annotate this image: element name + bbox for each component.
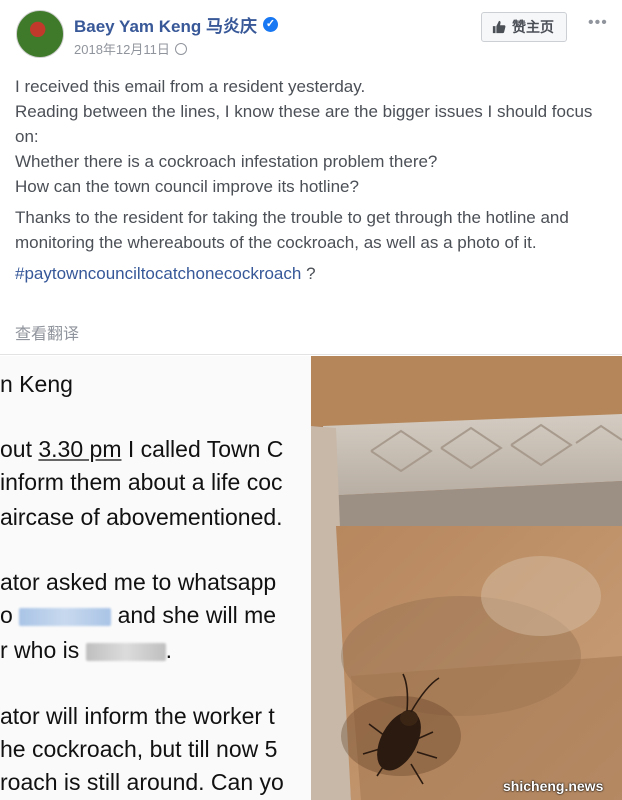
hashtag-link[interactable]: #paytowncounciltocatchonecockroach xyxy=(15,264,301,283)
email-line: roach is still around. Can yo xyxy=(0,769,284,795)
divider xyxy=(0,354,622,355)
see-translation-link[interactable]: 查看翻译 xyxy=(15,320,79,344)
author-name[interactable]: Baey Yam Keng 马炎庆 xyxy=(74,12,257,37)
email-line: ator will inform the worker t xyxy=(0,703,275,729)
email-line: aircase of abovementioned. xyxy=(0,504,283,530)
post-header: Baey Yam Keng 马炎庆 ✓ 2018年12月11日 赞主页 ••• xyxy=(0,0,622,68)
email-line: inform them about a life coc xyxy=(0,469,283,495)
post-meta: 2018年12月11日 xyxy=(74,39,187,58)
hashtag-line: #paytowncounciltocatchonecockroach ? xyxy=(15,261,610,286)
thumbs-up-icon xyxy=(492,20,506,34)
post-paragraph: I received this email from a resident ye… xyxy=(15,77,593,196)
redacted-phone xyxy=(19,607,112,626)
email-line-text: r who is xyxy=(0,637,80,663)
globe-icon xyxy=(174,42,187,55)
redacted-name xyxy=(85,642,166,661)
email-line: n Keng xyxy=(0,371,73,397)
email-line: he cockroach, but till now 5 xyxy=(0,736,278,762)
email-line: r who is . xyxy=(0,637,173,663)
cockroach-photo[interactable] xyxy=(311,356,622,800)
email-line-text: and she will me xyxy=(117,602,277,628)
post-body: I received this email from a resident ye… xyxy=(15,74,610,292)
hashtag-suffix: ? xyxy=(301,264,316,283)
like-page-label: 赞主页 xyxy=(512,19,554,35)
like-page-button[interactable]: 赞主页 xyxy=(481,12,567,42)
more-options-icon[interactable]: ••• xyxy=(588,14,608,32)
email-line: ator asked me to whatsapp xyxy=(0,569,277,595)
verified-badge-icon: ✓ xyxy=(262,17,278,32)
watermark: shicheng.news xyxy=(503,778,604,794)
email-line: out 3.30 pm I called Town C xyxy=(0,436,284,462)
email-screenshot-image[interactable]: n Keng out 3.30 pm I called Town C infor… xyxy=(0,356,311,800)
post-date[interactable]: 2018年12月11日 xyxy=(74,39,170,58)
email-line: o and she will me xyxy=(0,602,277,628)
author-avatar[interactable] xyxy=(16,10,64,58)
cockroach-photo-graphic xyxy=(311,356,622,800)
author-name-row: Baey Yam Keng 马炎庆 ✓ xyxy=(74,12,278,37)
email-time: 3.30 pm xyxy=(38,436,122,462)
post-paragraph: Thanks to the resident for taking the tr… xyxy=(15,208,569,252)
